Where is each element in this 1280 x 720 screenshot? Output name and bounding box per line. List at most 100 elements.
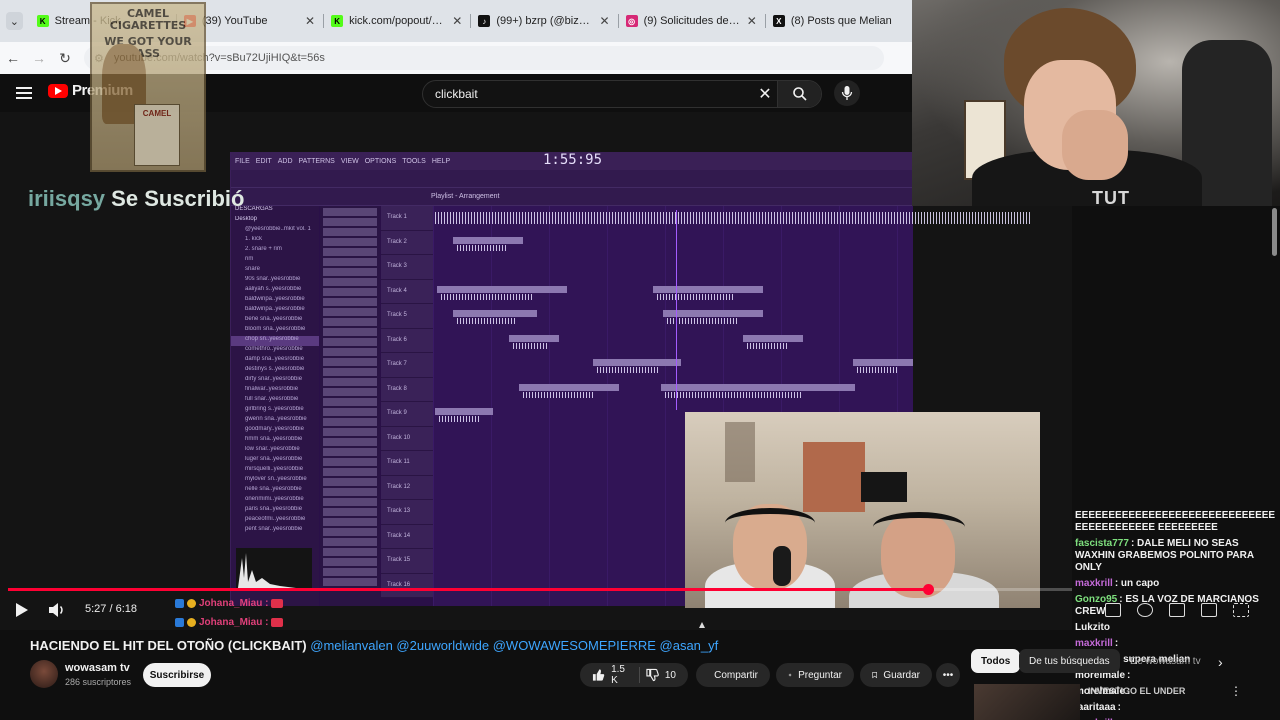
room-shelf xyxy=(725,422,755,482)
daw-audio-clip xyxy=(453,236,523,244)
daw-clip-waveform xyxy=(657,293,734,300)
subscribe-button[interactable]: Suscribirse xyxy=(143,663,211,687)
daw-browser-item: 90s snar..yeesrobbie xyxy=(245,276,301,282)
forward-arrow-icon[interactable]: → xyxy=(26,45,52,71)
daw-pattern-item xyxy=(323,318,377,326)
daw-browser-item: chop sn..yeesrobbie xyxy=(231,336,319,346)
cast-icon[interactable] xyxy=(1201,603,1217,617)
overlay-chat-user: Johana_Miau : xyxy=(199,598,269,609)
tab-tiktok[interactable]: ♪ (99+) bzrp (@bizarrap) | TikTok ✕ xyxy=(470,6,617,36)
dislike-count[interactable]: 10 xyxy=(665,670,676,681)
daw-track-header: Track 5 xyxy=(381,304,433,329)
chat-username[interactable]: Lukzito xyxy=(1075,622,1110,633)
daw-pattern-item xyxy=(323,538,377,546)
subscriber-count: 286 suscriptores xyxy=(65,677,132,687)
reload-icon[interactable]: ↻ xyxy=(52,45,78,71)
daw-track-header: Track 4 xyxy=(381,279,433,304)
daw-track-header: Track 3 xyxy=(381,255,433,280)
voice-search-button[interactable] xyxy=(834,80,860,106)
settings-gear-icon[interactable] xyxy=(1137,603,1153,617)
tab-kick-popout[interactable]: K kick.com/popout/melianvalen/ ✕ xyxy=(323,6,470,36)
daw-browser-item: finalwar..yeesrobbie xyxy=(245,386,299,392)
daw-browser-item: girlbring s..yeesrobbie xyxy=(245,406,304,412)
daw-audio-clip xyxy=(435,408,493,415)
daw-browser-item: aaliyah s..yeesrobbie xyxy=(245,286,302,292)
daw-browser-item: mirsquelli..yeesrobbie xyxy=(245,466,304,472)
chip-from-searches[interactable]: De tus búsquedas xyxy=(1019,649,1120,673)
daw-menu-item: FILE xyxy=(235,157,250,165)
chat-text: : un capo xyxy=(1114,578,1160,589)
daw-browser-item: hmm sna..yeesrobbie xyxy=(245,436,303,442)
share-button[interactable]: Compartir xyxy=(696,663,770,687)
fullscreen-icon[interactable] xyxy=(1233,603,1249,617)
daw-audio-clip xyxy=(437,285,567,293)
save-button[interactable]: Guardar xyxy=(860,663,932,687)
tab-search-chevron-icon[interactable]: ⌄ xyxy=(6,12,23,30)
daw-clip-waveform xyxy=(439,416,480,422)
close-tab-icon[interactable]: ✕ xyxy=(305,14,315,28)
thumbs-up-icon[interactable] xyxy=(592,668,605,682)
daw-audio-clip xyxy=(593,359,681,366)
back-arrow-icon[interactable]: ← xyxy=(0,45,26,71)
channel-name[interactable]: wowasam tv xyxy=(65,662,130,674)
like-count[interactable]: 1.5 K xyxy=(611,664,633,686)
subscription-alert: iriisqsy Se Suscribió xyxy=(28,186,244,212)
daw-pattern-item xyxy=(323,258,377,266)
close-tab-icon[interactable]: ✕ xyxy=(600,14,610,28)
more-actions-button[interactable]: ••• xyxy=(936,663,960,687)
play-button[interactable] xyxy=(12,600,32,620)
recommended-title[interactable]: INVESTIGO EL UNDER xyxy=(1088,686,1185,696)
daw-pattern-item xyxy=(323,288,377,296)
daw-browser-item: snare xyxy=(245,266,261,272)
tiktok-favicon-icon: ♪ xyxy=(478,15,491,27)
search-button[interactable] xyxy=(777,81,821,107)
kebab-menu-icon[interactable]: ⋮ xyxy=(1230,684,1242,698)
daw-menu-item: TOOLS xyxy=(402,157,426,165)
daw-pattern-item xyxy=(323,348,377,356)
tab-x[interactable]: X (8) Posts que Melian xyxy=(764,6,912,36)
daw-browser-item: damp sna..yeesrobbie xyxy=(245,356,305,362)
daw-browser-item: goodmary..yeesrobbie xyxy=(245,426,304,432)
chat-username[interactable]: maxkrill xyxy=(1075,578,1113,589)
kick-favicon-icon: K xyxy=(36,15,49,27)
thumbs-down-icon[interactable] xyxy=(646,668,659,682)
daw-track-header: Track 15 xyxy=(381,549,433,574)
close-tab-icon[interactable]: ✕ xyxy=(452,14,462,28)
brick-wall xyxy=(803,442,865,512)
chip-from-channel[interactable]: De wowasam tv xyxy=(1120,649,1211,673)
close-tab-icon[interactable]: ✕ xyxy=(747,14,757,28)
tab-title: (8) Posts que Melian xyxy=(790,15,892,27)
progress-bar[interactable] xyxy=(8,584,1072,595)
tab-title: kick.com/popout/melianvalen/ xyxy=(349,15,446,27)
daw-browser-item: full snar..yeesrobbie xyxy=(245,396,299,402)
chat-username[interactable]: laaritaaa xyxy=(1075,702,1116,713)
subscriber-name: iriisqsy xyxy=(28,186,106,211)
chat-username[interactable]: fascista777 xyxy=(1075,538,1129,549)
menu-hamburger-icon[interactable] xyxy=(16,84,32,100)
search-box[interactable]: clickbait ✕ xyxy=(422,80,822,108)
recommended-thumbnail[interactable] xyxy=(974,684,1080,720)
camel-ad-overlay: CAMEL CIGARETTES WE GOT YOUR ASS CAMEL xyxy=(90,2,206,172)
daw-pattern-item xyxy=(323,278,377,286)
channel-avatar[interactable] xyxy=(30,660,58,688)
sidebar-scrollbar[interactable] xyxy=(1272,208,1277,256)
daw-audio-clip xyxy=(661,383,855,391)
chevron-right-icon[interactable]: › xyxy=(1218,654,1223,670)
subtitles-icon[interactable] xyxy=(1105,603,1121,617)
ask-button[interactable]: Preguntar xyxy=(776,663,854,687)
miniplayer-icon[interactable] xyxy=(1169,603,1185,617)
daw-pattern-item xyxy=(323,298,377,306)
headphones-icon xyxy=(725,508,815,538)
video-mentions[interactable]: @melianvalen @2uuworldwide @WOWAWESOMEPI… xyxy=(310,638,718,653)
chat-username[interactable]: maxkrill xyxy=(1075,638,1113,649)
clear-search-icon[interactable]: ✕ xyxy=(753,84,777,104)
volume-button[interactable] xyxy=(46,600,68,620)
daw-pattern-item xyxy=(323,358,377,366)
daw-pattern-item xyxy=(323,518,377,526)
tab-instagram[interactable]: ◎ (9) Solicitudes de mensajes • M ✕ xyxy=(617,6,765,36)
overlay-chat-line: Johana_Miau : xyxy=(175,598,284,609)
daw-menu-item: PATTERNS xyxy=(298,157,335,165)
search-input[interactable]: clickbait xyxy=(435,87,753,101)
chip-all[interactable]: Todos xyxy=(971,649,1021,673)
daw-menu-item: VIEW xyxy=(340,157,359,165)
